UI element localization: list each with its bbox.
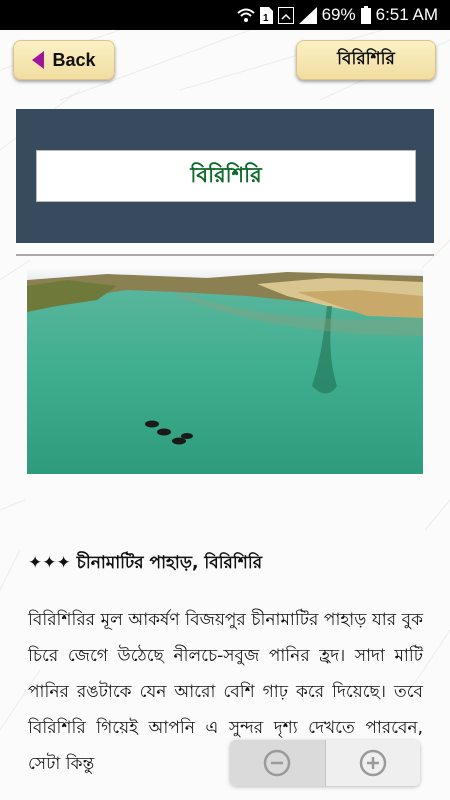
zoom-out-icon bbox=[264, 749, 291, 777]
svg-text:1: 1 bbox=[263, 13, 269, 24]
zoom-controls bbox=[230, 740, 420, 786]
title-button[interactable]: বিরিশিরি bbox=[296, 40, 436, 80]
battery-icon bbox=[360, 6, 371, 24]
zoom-in-button[interactable] bbox=[324, 740, 420, 786]
battery-level: 69% bbox=[321, 5, 356, 24]
app-content: Back বিরিশিরি বিরিশিরি ✦✦✦ চীনামাটির পাহ… bbox=[0, 30, 450, 800]
page-title: বিরিশিরি bbox=[36, 150, 416, 202]
wifi-icon bbox=[236, 7, 255, 23]
sim-icon: 1 bbox=[259, 6, 273, 24]
title-button-label: বিরিশিরি bbox=[337, 49, 395, 69]
back-button-label: Back bbox=[52, 49, 96, 70]
status-bar: 1 69% 6:51 AM bbox=[0, 0, 450, 30]
divider bbox=[16, 254, 434, 256]
clock: 6:51 AM bbox=[375, 5, 438, 24]
lake-photo bbox=[27, 266, 423, 474]
zoom-out-button[interactable] bbox=[230, 740, 325, 786]
zoom-in-icon bbox=[359, 749, 386, 777]
signal-icon bbox=[298, 6, 317, 24]
section-heading: ✦✦✦ চীনামাটির পাহাড়, বিরিশিরি bbox=[28, 553, 263, 573]
status-icons: 1 69% 6:51 AM bbox=[236, 0, 438, 30]
back-button[interactable]: Back bbox=[13, 40, 115, 80]
back-arrow-icon bbox=[32, 51, 45, 69]
header-panel: বিরিশিরি bbox=[16, 109, 434, 243]
data-icon bbox=[277, 6, 294, 24]
